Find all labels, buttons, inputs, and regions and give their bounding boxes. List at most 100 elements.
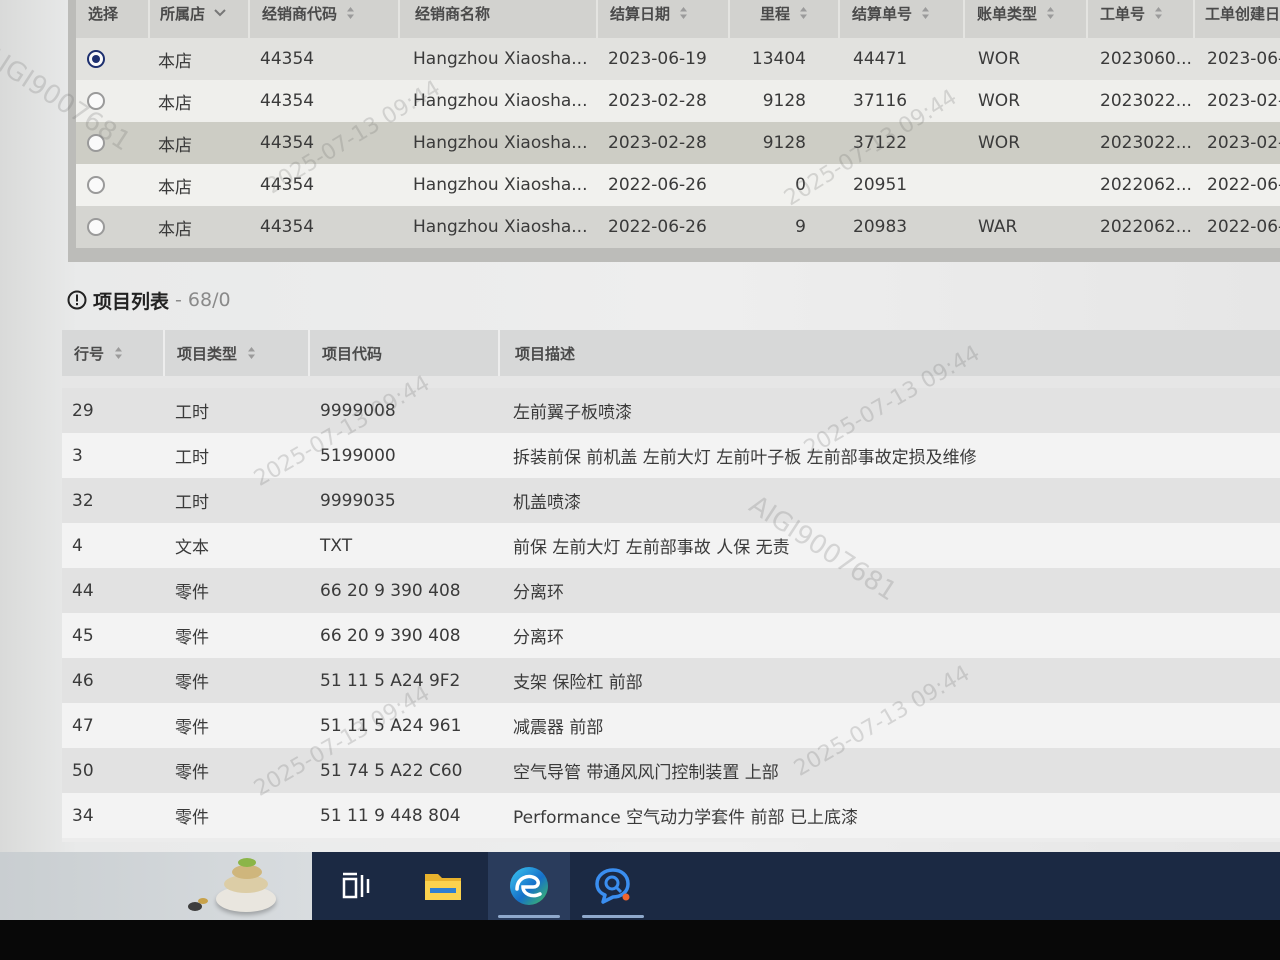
cell-bill-type-text: WAR <box>978 217 1018 237</box>
cell-item-code: 9999008 <box>310 388 500 433</box>
cell-item-description: 减震器 前部 <box>500 703 1280 748</box>
stones-widget-icon[interactable] <box>186 856 286 916</box>
item-row[interactable]: 45 零件 66 20 9 390 408 分离环 <box>62 613 1280 658</box>
item-row[interactable]: 4 文本 TXT 前保 左前大灯 左前部事故 人保 无责 <box>62 523 1280 568</box>
cell-item-code-text: 51 11 5 A24 961 <box>320 715 462 736</box>
column-header-mileage[interactable]: 里程 <box>730 0 840 38</box>
settlement-row[interactable]: 本店 44354 Hangzhou Xiaosha... 2022-06-26 9 209… <box>76 206 1280 248</box>
cell-store-text: 本店 <box>158 177 192 198</box>
cell-item-description-text: 空气导管 带通风风门控制装置 上部 <box>513 763 779 783</box>
edge-browser-button[interactable] <box>488 852 570 920</box>
row-select-radio[interactable] <box>87 92 105 110</box>
row-select-radio[interactable] <box>87 218 105 236</box>
cell-item-code: 51 11 5 A24 961 <box>310 703 500 748</box>
file-explorer-button[interactable] <box>402 852 484 920</box>
item-row[interactable]: 3 工时 5199000 拆装前保 前机盖 左前大灯 左前叶子板 左前部事故定损及维修 <box>62 433 1280 478</box>
column-header-label: 工单创建日 <box>1205 4 1280 23</box>
row-select-radio[interactable] <box>87 134 105 152</box>
cell-settle-no-text: 44471 <box>853 49 908 69</box>
column-header-settle-no[interactable]: 结算单号 <box>840 0 965 38</box>
chat-search-icon <box>591 866 635 906</box>
cell-item-type: 工时 <box>165 478 310 523</box>
sort-icon[interactable] <box>114 346 123 360</box>
cell-item-type-text: 工时 <box>175 493 209 513</box>
running-indicator <box>582 915 644 918</box>
cell-work-order-created: 2023-06- <box>1195 38 1280 80</box>
task-view-button[interactable] <box>315 852 397 920</box>
column-header-label: 所属店 <box>160 4 206 23</box>
cell-mileage: 9128 <box>730 122 840 164</box>
cell-item-description: 机盖喷漆 <box>500 478 1280 523</box>
cell-dealer-code-text: 44354 <box>260 133 315 153</box>
cell-settle-no-text: 20983 <box>853 217 908 237</box>
cell-dealer-code: 44354 <box>250 80 400 122</box>
column-header-settle-date[interactable]: 结算日期 <box>598 0 730 38</box>
select-cell <box>76 164 150 206</box>
items-title-text: 项目列表 <box>93 290 170 313</box>
cell-item-type: 零件 <box>165 793 310 838</box>
cell-dealer-name-text: Hangzhou Xiaosha... <box>413 175 588 195</box>
cell-item-description-text: 左前翼子板喷漆 <box>513 403 632 423</box>
cell-bill-type-text: WOR <box>978 91 1021 111</box>
column-header-store[interactable]: 所属店 <box>150 0 250 38</box>
chat-search-button[interactable] <box>572 852 654 920</box>
settlement-row[interactable]: 本店 44354 Hangzhou Xiaosha... 2023-06-19 1340… <box>76 38 1280 80</box>
cell-line-no-text: 29 <box>72 400 94 421</box>
item-row[interactable]: 29 工时 9999008 左前翼子板喷漆 <box>62 388 1280 433</box>
cell-mileage-text: 9128 <box>762 133 806 153</box>
taskbar-left-area <box>0 852 312 920</box>
cell-settle-date: 2023-02-28 <box>598 122 730 164</box>
sort-icon[interactable] <box>679 6 688 20</box>
sort-icon[interactable] <box>921 6 930 20</box>
cell-dealer-code-text: 44354 <box>260 91 315 111</box>
column-header-bill-type[interactable]: 账单类型 <box>965 0 1088 38</box>
item-row[interactable]: 50 零件 51 74 5 A22 C60 空气导管 带通风风门控制装置 上部 <box>62 748 1280 793</box>
cell-item-code: 51 11 9 448 804 <box>310 793 500 838</box>
item-row[interactable]: 34 零件 51 11 9 448 804 Performance 空气动力学套件 前… <box>62 793 1280 838</box>
cell-item-type-text: 零件 <box>175 718 209 738</box>
cell-store: 本店 <box>150 80 250 122</box>
cell-item-type: 零件 <box>165 658 310 703</box>
cell-item-code-text: 9999008 <box>320 400 396 421</box>
settlement-row[interactable]: 本店 44354 Hangzhou Xiaosha... 2022-06-26 0 209… <box>76 164 1280 206</box>
sort-icon[interactable] <box>1154 6 1163 20</box>
row-select-radio[interactable] <box>87 50 105 68</box>
sort-icon[interactable] <box>799 6 808 20</box>
chevron-down-icon[interactable] <box>214 9 226 17</box>
cell-line-no: 32 <box>62 478 165 523</box>
item-row[interactable]: 32 工时 9999035 机盖喷漆 <box>62 478 1280 523</box>
column-header-item-type[interactable]: 项目类型 <box>165 330 310 376</box>
item-row[interactable]: 47 零件 51 11 5 A24 961 减震器 前部 <box>62 703 1280 748</box>
column-header-work-order-no[interactable]: 工单号 <box>1088 0 1195 38</box>
cell-line-no: 3 <box>62 433 165 478</box>
cell-work-order-created: 2022-06- <box>1195 164 1280 206</box>
column-header-label: 项目类型 <box>177 344 238 363</box>
cell-line-no: 47 <box>62 703 165 748</box>
item-row[interactable]: 46 零件 51 11 5 A24 9F2 支架 保险杠 前部 <box>62 658 1280 703</box>
item-row[interactable]: 44 零件 66 20 9 390 408 分离环 <box>62 568 1280 613</box>
row-select-radio[interactable] <box>87 176 105 194</box>
taskbar-main <box>312 852 1280 920</box>
cell-store: 本店 <box>150 122 250 164</box>
sort-icon[interactable] <box>346 6 355 20</box>
settlement-row[interactable]: 本店 44354 Hangzhou Xiaosha... 2023-02-28 9128… <box>76 80 1280 122</box>
cell-line-no-text: 50 <box>72 760 94 781</box>
cell-settle-no-text: 37122 <box>853 133 908 153</box>
column-header-line-no[interactable]: 行号 <box>62 330 165 376</box>
cell-work-order-no-text: 2023060... <box>1100 49 1192 69</box>
sort-icon[interactable] <box>1046 6 1055 20</box>
column-header-work-order-created: 工单创建日 <box>1195 0 1280 38</box>
cell-dealer-code-text: 44354 <box>260 175 315 195</box>
cell-work-order-no-text: 2022062... <box>1100 175 1192 195</box>
settlement-row[interactable]: 本店 44354 Hangzhou Xiaosha... 2023-02-28 9128… <box>76 122 1280 164</box>
cell-dealer-code: 44354 <box>250 38 400 80</box>
column-header-label: 行号 <box>74 344 105 363</box>
cell-line-no: 4 <box>62 523 165 568</box>
cell-line-no-text: 45 <box>72 625 94 646</box>
column-header-dealer-code[interactable]: 经销商代码 <box>250 0 400 38</box>
cell-settle-date: 2023-06-19 <box>598 38 730 80</box>
cell-settle-date: 2023-02-28 <box>598 80 730 122</box>
app-window: 选择 所属店 经销商代码 经销商名称 结算日期 里程 结算单号 账单类型 工单号 工单创建日 本店… <box>0 0 1280 852</box>
sort-icon[interactable] <box>247 346 256 360</box>
cell-settle-no: 20951 <box>840 164 965 206</box>
